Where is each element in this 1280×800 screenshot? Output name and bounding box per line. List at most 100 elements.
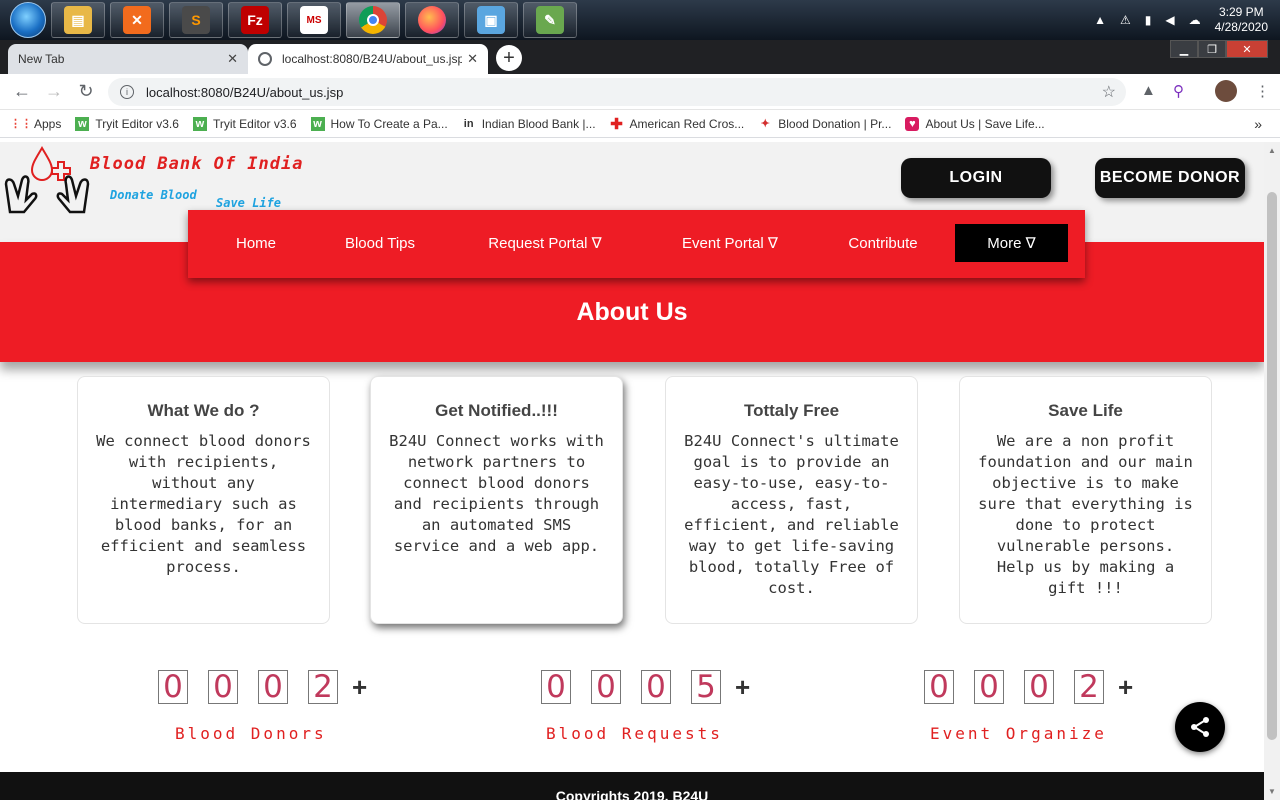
- cloud-icon[interactable]: ☁: [1189, 13, 1201, 27]
- w3-icon: w: [192, 116, 207, 131]
- browser-tab-strip: New Tab ✕ localhost:8080/B24U/about_us.j…: [0, 40, 1280, 74]
- url-text: localhost:8080/B24U/about_us.jsp: [146, 84, 344, 100]
- counter-plus: +: [1118, 671, 1134, 702]
- card-text: We are a non profit foundation and our m…: [978, 432, 1193, 597]
- taskbar-app-filezilla[interactable]: Fz: [228, 2, 282, 38]
- counter-label-event-organize: Event Organize: [930, 724, 1107, 743]
- address-bar[interactable]: i localhost:8080/B24U/about_us.jsp ☆: [108, 78, 1126, 106]
- page-scrollbar[interactable]: ▲ ▼: [1264, 142, 1280, 800]
- bookmark-tryit-1[interactable]: w Tryit Editor v3.6: [75, 116, 179, 131]
- minimize-icon[interactable]: ▁: [1170, 40, 1198, 58]
- card-totally-free: Tottaly Free B24U Connect's ultimate goa…: [665, 376, 918, 624]
- nav-event-portal[interactable]: Event Portal ∇: [662, 224, 798, 262]
- scroll-down-icon[interactable]: ▼: [1268, 787, 1276, 796]
- counter-digit: 0: [158, 669, 188, 705]
- scrollbar-thumb[interactable]: [1267, 192, 1277, 740]
- apps-grid-icon: ⋮⋮: [10, 118, 32, 130]
- bookmarks-overflow-icon[interactable]: »: [1254, 116, 1262, 132]
- bookmark-star-icon[interactable]: ☆: [1102, 82, 1116, 102]
- taskbar-app-virtualbox[interactable]: ▣: [464, 2, 518, 38]
- tab-about-us[interactable]: localhost:8080/B24U/about_us.jsp ✕: [248, 44, 488, 74]
- taskbar-app-xampp[interactable]: ✕: [110, 2, 164, 38]
- page-title: About Us: [576, 298, 688, 326]
- counter-digit: 0: [974, 669, 1004, 705]
- nav-home[interactable]: Home: [218, 224, 294, 262]
- scroll-up-icon[interactable]: ▲: [1268, 146, 1276, 155]
- network-warning-icon[interactable]: ⚠: [1120, 13, 1131, 27]
- extension-drive-icon[interactable]: ▲: [1141, 82, 1156, 99]
- counter-label-blood-donors: Blood Donors: [175, 724, 327, 743]
- bookmark-indian-blood-bank[interactable]: in Indian Blood Bank |...: [462, 117, 596, 131]
- counter-digit: 0: [591, 669, 621, 705]
- profile-avatar[interactable]: [1215, 80, 1237, 102]
- forward-icon[interactable]: →: [38, 81, 70, 102]
- counter-digit: 0: [924, 669, 954, 705]
- nav-contribute[interactable]: Contribute: [832, 224, 934, 262]
- main-nav: Home Blood Tips Request Portal ∇ Event P…: [188, 210, 1085, 278]
- counter-digit: 2: [308, 669, 338, 705]
- bookmark-how-to[interactable]: w How To Create a Pa...: [310, 116, 448, 131]
- bookmark-apps[interactable]: ⋮⋮ Apps: [10, 117, 61, 131]
- file-explorer-icon: ▤: [64, 6, 92, 34]
- page-viewport: Blood Bank Of India Donate Blood Save Li…: [0, 142, 1264, 800]
- share-button[interactable]: [1175, 702, 1225, 752]
- counter-digit: 0: [641, 669, 671, 705]
- w3-icon: w: [75, 116, 90, 131]
- clock-date: 4/28/2020: [1214, 20, 1268, 34]
- bookmark-tryit-2[interactable]: w Tryit Editor v3.6: [192, 116, 297, 131]
- brand-tagline-donate: Donate Blood: [110, 188, 197, 202]
- card-text: B24U Connect works with network partners…: [389, 432, 604, 555]
- taskbar-app-sublime[interactable]: S: [169, 2, 223, 38]
- close-icon[interactable]: ✕: [467, 51, 478, 67]
- clock-time: 3:29 PM: [1218, 5, 1264, 19]
- card-what-we-do: What We do ? We connect blood donors wit…: [77, 376, 330, 624]
- taskbar-app-file-explorer[interactable]: ▤: [51, 2, 105, 38]
- nav-more[interactable]: More ∇: [955, 224, 1068, 262]
- virtualbox-icon: ▣: [477, 6, 505, 34]
- browser-toolbar: ← → ↻ i localhost:8080/B24U/about_us.jsp…: [0, 74, 1280, 110]
- signal-icon[interactable]: ▮: [1145, 13, 1152, 27]
- menu-kebab-icon[interactable]: ⋮: [1255, 82, 1270, 100]
- brand-tagline-save: Save Life: [216, 196, 282, 210]
- clock[interactable]: 3:29 PM 4/28/2020: [1215, 5, 1268, 35]
- taskbar-app-firefox[interactable]: [405, 2, 459, 38]
- bookmark-about-us[interactable]: ♥ About Us | Save Life...: [905, 116, 1045, 131]
- counter-event-organize: 0 0 0 2 +: [924, 669, 1134, 705]
- tab-label: New Tab: [18, 52, 65, 66]
- info-icon[interactable]: i: [120, 85, 134, 99]
- volume-icon[interactable]: ◀: [1165, 13, 1174, 27]
- nav-request-portal[interactable]: Request Portal ∇: [472, 224, 618, 262]
- taskbar-app-paint[interactable]: ✎: [523, 2, 577, 38]
- login-button[interactable]: LOGIN: [901, 158, 1051, 198]
- window-controls: ▁ ❐ ✕: [1170, 40, 1268, 58]
- card-title: Save Life: [1048, 401, 1123, 420]
- start-button[interactable]: [10, 2, 46, 38]
- reload-icon[interactable]: ↻: [70, 81, 102, 102]
- counter-label-blood-requests: Blood Requests: [546, 724, 723, 743]
- in-icon: in: [463, 117, 474, 130]
- show-hidden-icons-icon[interactable]: ▲: [1094, 13, 1106, 27]
- blood-donation-icon: ✦: [760, 118, 770, 130]
- card-title: Get Notified..!!!: [435, 401, 558, 420]
- maximize-icon[interactable]: ❐: [1198, 40, 1226, 58]
- taskbar-app-chrome[interactable]: [346, 2, 400, 38]
- tab-new-tab[interactable]: New Tab ✕: [8, 44, 248, 74]
- back-icon[interactable]: ←: [6, 81, 38, 102]
- counter-plus: +: [352, 671, 368, 702]
- taskbar-app-ms[interactable]: MS: [287, 2, 341, 38]
- sublime-icon: S: [182, 6, 210, 34]
- extension-search-icon[interactable]: ⚲: [1173, 82, 1184, 100]
- new-tab-button[interactable]: +: [496, 45, 522, 71]
- become-donor-button[interactable]: BECOME DONOR: [1095, 158, 1245, 198]
- tab-label: localhost:8080/B24U/about_us.jsp: [282, 52, 462, 66]
- brand-title: Blood Bank Of India: [90, 154, 304, 174]
- counter-blood-requests: 0 0 0 5 +: [541, 669, 750, 705]
- bookmark-blood-donation[interactable]: ✦ Blood Donation | Pr...: [758, 117, 892, 131]
- xampp-icon: ✕: [123, 6, 151, 34]
- firefox-icon: [418, 6, 446, 34]
- bookmark-red-cross[interactable]: ✚ American Red Cros...: [610, 116, 744, 133]
- close-icon[interactable]: ✕: [227, 51, 238, 67]
- w3-icon: w: [310, 116, 325, 131]
- window-close-icon[interactable]: ✕: [1226, 40, 1268, 58]
- nav-blood-tips[interactable]: Blood Tips: [328, 224, 432, 262]
